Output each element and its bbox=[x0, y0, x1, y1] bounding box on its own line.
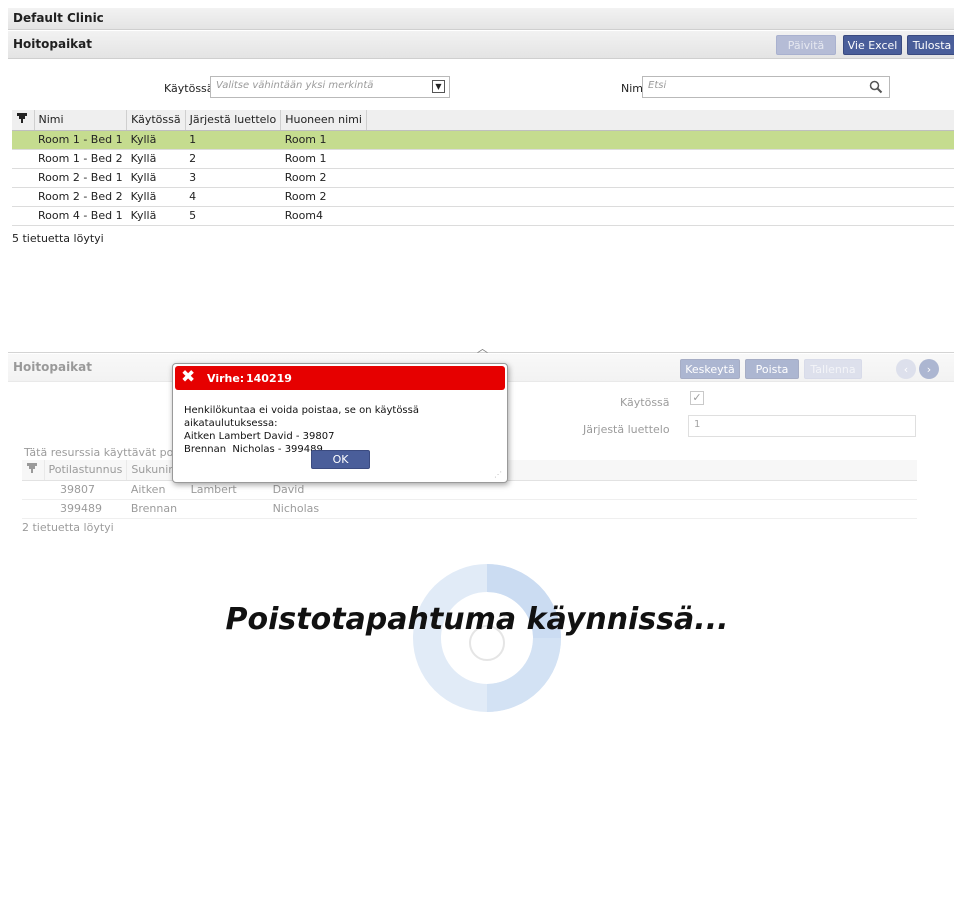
chevron-down-icon[interactable]: ▼ bbox=[432, 80, 445, 93]
error-dialog-titlebar: ✖ Virhe: 140219 bbox=[175, 366, 505, 390]
clinic-name: Default Clinic bbox=[13, 11, 104, 25]
column-header-room[interactable]: Huoneen nimi bbox=[280, 110, 367, 131]
patients-filter-icon[interactable] bbox=[22, 460, 45, 481]
top-record-count: 5 tietuetta löytyi bbox=[12, 232, 104, 245]
table-row[interactable]: Room 1 - Bed 2 Kyllä 2 Room 1 bbox=[12, 149, 954, 169]
refresh-button[interactable]: Päivitä bbox=[776, 35, 836, 55]
detail-order-label: Järjestä luettelo bbox=[583, 423, 670, 436]
cell-active: Kyllä bbox=[126, 149, 186, 169]
column-header-active[interactable]: Käytössä bbox=[126, 110, 186, 131]
cancel-button[interactable]: Keskeytä bbox=[680, 359, 740, 379]
detail-panel-title: Hoitopaikat bbox=[13, 360, 92, 374]
order-input[interactable]: 1 bbox=[688, 415, 916, 437]
table-row[interactable]: Room 2 - Bed 2 Kyllä 4 Room 2 bbox=[12, 187, 954, 207]
loading-message: Poistotapahtuma käynnissä... bbox=[225, 602, 729, 637]
active-filter-label: Käytössä bbox=[164, 82, 214, 95]
cell-name: Room 1 - Bed 2 bbox=[34, 149, 127, 169]
cell-surname: Brennan bbox=[126, 499, 187, 519]
error-code: 140219 bbox=[246, 372, 292, 385]
cell-active: Kyllä bbox=[126, 187, 186, 207]
error-line: Aitken Lambert David - 39807 bbox=[184, 431, 335, 442]
cell-active: Kyllä bbox=[126, 168, 186, 188]
beds-table: Nimi Käytössä Järjestä luettelo Huoneen … bbox=[12, 110, 954, 226]
error-message-block: Henkilökuntaa ei voida poistaa, se on kä… bbox=[184, 404, 507, 456]
error-message: Henkilökuntaa ei voida poistaa, se on kä… bbox=[184, 405, 419, 429]
active-filter-placeholder: Valitse vähintään yksi merkintä bbox=[216, 80, 374, 91]
cell-room: Room 2 bbox=[280, 187, 367, 207]
cell-patient-id: 399489 bbox=[44, 499, 127, 519]
cell-order: 4 bbox=[185, 187, 281, 207]
active-checkbox[interactable]: ✓ bbox=[690, 391, 704, 405]
name-search-input[interactable]: Etsi bbox=[642, 76, 890, 98]
patients-section-label: Tätä resurssia käyttävät potila bbox=[24, 446, 191, 459]
table-row[interactable]: 399489 Brennan Nicholas bbox=[22, 499, 917, 519]
cell-room: Room 1 bbox=[280, 149, 367, 169]
error-title-prefix: Virhe: bbox=[207, 372, 245, 385]
resize-handle-icon[interactable]: ⋰ bbox=[494, 470, 502, 479]
print-button[interactable]: Tulosta bbox=[907, 35, 954, 55]
name-search-placeholder: Etsi bbox=[648, 80, 667, 91]
save-button[interactable]: Tallenna bbox=[804, 359, 862, 379]
cell-active: Kyllä bbox=[126, 206, 186, 226]
table-row[interactable]: Room 1 - Bed 1 Kyllä 1 Room 1 bbox=[12, 130, 954, 150]
column-header-patient-id[interactable]: Potilastunnus bbox=[44, 460, 128, 481]
column-filter-icon[interactable] bbox=[12, 110, 35, 131]
cell-order: 2 bbox=[185, 149, 281, 169]
cell-room: Room 2 bbox=[280, 168, 367, 188]
cell-patient-id: 39807 bbox=[44, 480, 127, 500]
cell-name: Room 2 - Bed 1 bbox=[34, 168, 127, 188]
cell-name: Room 2 - Bed 2 bbox=[34, 187, 127, 207]
error-dialog: ✖ Virhe: 140219 Henkilökuntaa ei voida p… bbox=[172, 363, 508, 483]
search-icon[interactable] bbox=[869, 80, 883, 94]
cell-active: Kyllä bbox=[126, 130, 186, 150]
table-row[interactable]: Room 2 - Bed 1 Kyllä 3 Room 2 bbox=[12, 168, 954, 188]
active-filter-select[interactable]: Valitse vähintään yksi merkintä ▼ bbox=[210, 76, 450, 98]
next-icon[interactable]: › bbox=[919, 359, 939, 379]
bottom-record-count: 2 tietuetta löytyi bbox=[22, 521, 114, 534]
clinic-bar: Default Clinic bbox=[8, 8, 954, 30]
cell-name: Room 1 - Bed 1 bbox=[34, 130, 127, 150]
loading-spinner-icon bbox=[413, 564, 561, 712]
cell-room: Room 1 bbox=[280, 130, 367, 150]
top-panel-title: Hoitopaikat bbox=[13, 37, 92, 51]
cell-room: Room4 bbox=[280, 206, 367, 226]
column-header-order[interactable]: Järjestä luettelo bbox=[185, 110, 282, 131]
cell-order: 1 bbox=[185, 130, 281, 150]
cell-first-name: Nicholas bbox=[268, 499, 917, 519]
table-row[interactable]: Room 4 - Bed 1 Kyllä 5 Room4 bbox=[12, 206, 954, 226]
cell-middle-name bbox=[186, 499, 269, 519]
cell-order: 3 bbox=[185, 168, 281, 188]
column-header-name[interactable]: Nimi bbox=[34, 110, 128, 131]
delete-button[interactable]: Poista bbox=[745, 359, 799, 379]
detail-active-label: Käytössä bbox=[620, 396, 670, 409]
error-icon: ✖ bbox=[181, 367, 196, 387]
export-excel-button[interactable]: Vie Excel bbox=[843, 35, 902, 55]
ok-button[interactable]: OK bbox=[311, 450, 370, 469]
cell-order: 5 bbox=[185, 206, 281, 226]
cell-name: Room 4 - Bed 1 bbox=[34, 206, 127, 226]
previous-icon[interactable]: ‹ bbox=[896, 359, 916, 379]
